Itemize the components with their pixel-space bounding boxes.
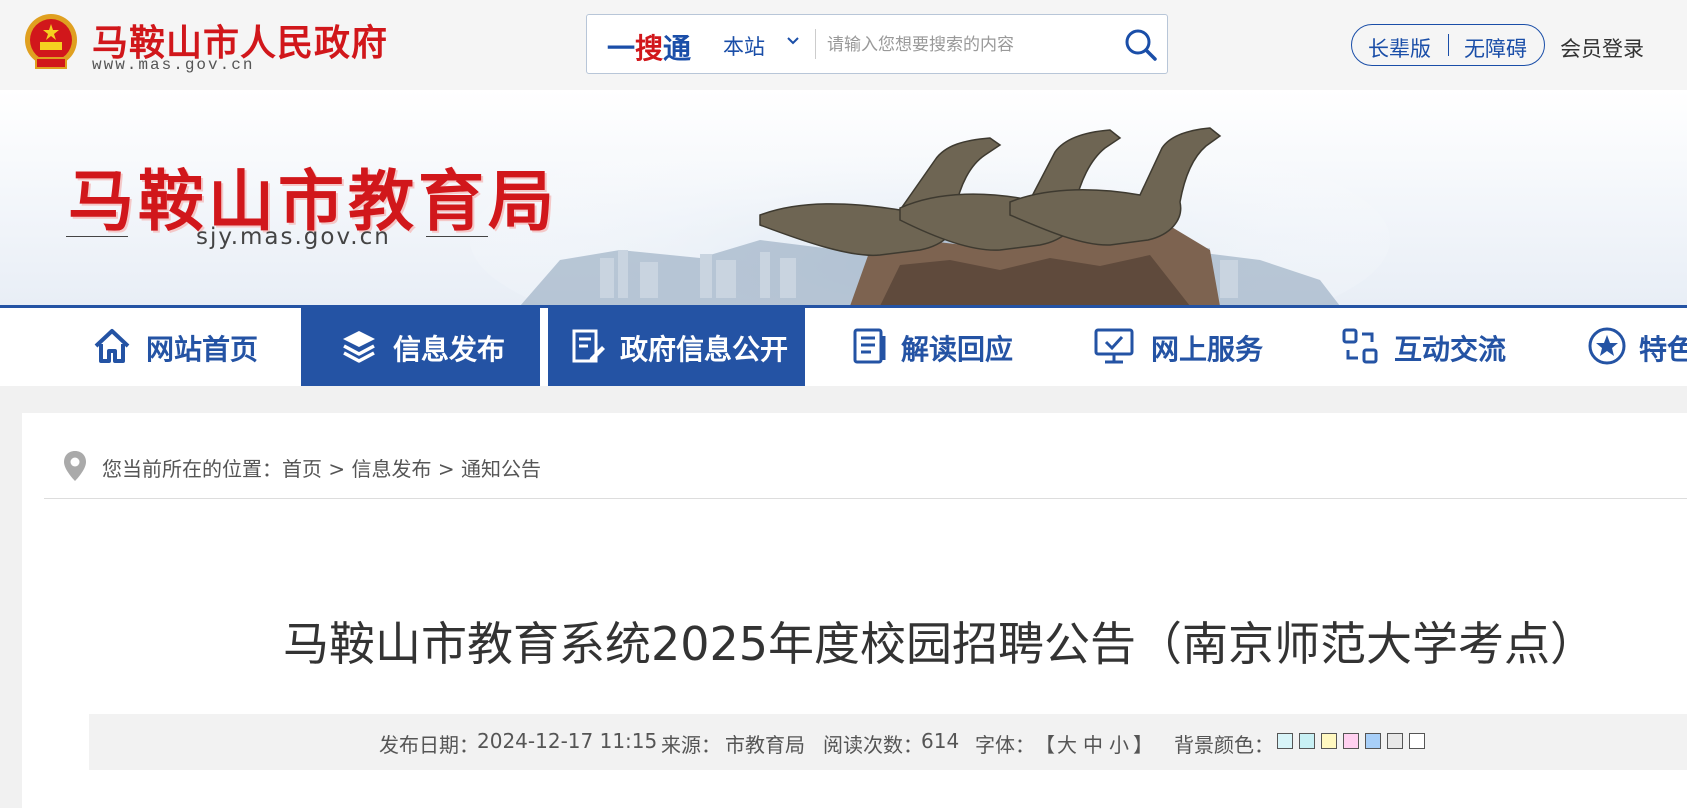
subtitle-line-right (426, 236, 488, 237)
search-brand: 一搜通 (607, 27, 691, 67)
book-icon (853, 328, 886, 364)
bg-color-swatch[interactable] (1365, 733, 1381, 749)
nav-item-online-service[interactable]: 网上服务 (1093, 308, 1313, 386)
font-large-button[interactable]: 大 (1057, 729, 1077, 758)
nav-item-special[interactable]: 特色 (1585, 308, 1687, 386)
version-switch: 长辈版 无障碍 (1351, 24, 1545, 66)
font-medium-button[interactable]: 中 (1083, 729, 1103, 758)
bg-color-swatch[interactable] (1387, 733, 1403, 749)
nav-label-home: 网站首页 (146, 333, 259, 366)
chevron-down-icon[interactable] (785, 33, 801, 49)
accessibility-link[interactable]: 无障碍 (1464, 33, 1527, 63)
search-divider (815, 29, 816, 59)
breadcrumb-notice-link[interactable]: 通知公告 (461, 457, 541, 481)
monitor-check-icon (1094, 328, 1134, 364)
views-label: 阅读次数： (823, 733, 923, 757)
breadcrumb-home-link[interactable]: 首页 (282, 457, 322, 481)
font-size-label: 字体： (975, 733, 1035, 757)
bg-color-swatch[interactable] (1409, 733, 1425, 749)
publish-date: 2024-12-17 11:15 (477, 729, 658, 753)
nav-item-info-release[interactable]: 信息发布 (301, 308, 540, 386)
bg-color-swatch[interactable] (1277, 733, 1293, 749)
breadcrumb-prefix: 您当前所在的位置： (102, 457, 282, 481)
top-bar: 马鞍山市人民政府 www.mas.gov.cn 一搜通 本站 长辈版 无障碍 会… (0, 0, 1687, 90)
nav-label-interpretation: 解读回应 (901, 333, 1014, 366)
bg-color-label: 背景颜色： (1174, 733, 1274, 757)
breadcrumb-divider (44, 498, 1687, 499)
search-box: 一搜通 本站 (586, 14, 1168, 74)
search-scope-select[interactable]: 本站 (723, 31, 765, 61)
content-panel: 您当前所在的位置：首页 > 信息发布 > 通知公告 马鞍山市教育系统2025年度… (22, 413, 1687, 808)
bg-color-swatch[interactable] (1343, 733, 1359, 749)
bg-color-swatch[interactable] (1299, 733, 1315, 749)
font-bracket-close: 】 (1133, 733, 1153, 757)
article-meta-bar: 发布日期： 2024-12-17 11:15 来源： 市教育局 阅读次数： 61… (89, 714, 1687, 770)
publish-date-label: 发布日期： (379, 733, 479, 757)
breadcrumb-separator: > (328, 457, 346, 481)
pill-divider (1448, 34, 1449, 56)
elder-mode-link[interactable]: 长辈版 (1368, 33, 1431, 63)
source-label: 来源： (661, 733, 721, 757)
search-input[interactable] (825, 29, 1129, 61)
national-emblem-icon[interactable] (22, 12, 80, 72)
nav-item-gov-info-open[interactable]: 政府信息公开 (548, 308, 805, 386)
article-title: 马鞍山市教育系统2025年度校园招聘公告（南京师范大学考点） (282, 617, 1597, 671)
nav-label-special: 特色 (1639, 333, 1687, 366)
search-brand-part-2: 搜 (635, 32, 664, 65)
nav-item-home[interactable]: 网站首页 (80, 308, 300, 386)
main-nav: 网站首页 信息发布 政府信息公开 解读回应 网上服务 互动交流 特色 (0, 305, 1687, 386)
layers-icon (343, 331, 375, 363)
breadcrumb-separator: > (437, 457, 455, 481)
nav-label-interaction: 互动交流 (1394, 333, 1507, 366)
views-count: 614 (921, 729, 960, 753)
star-icon (1588, 327, 1626, 365)
member-login-link[interactable]: 会员登录 (1560, 33, 1644, 63)
exchange-icon (1342, 328, 1378, 364)
document-edit-icon (572, 329, 605, 363)
font-small-button[interactable]: 小 (1109, 729, 1129, 758)
gov-site-url: www.mas.gov.cn (92, 56, 255, 74)
site-banner: 马鞍山市教育局 sjy.mas.gov.cn (0, 90, 1687, 306)
location-pin-icon (64, 451, 86, 481)
nav-item-interpretation[interactable]: 解读回应 (845, 308, 1065, 386)
nav-item-interaction[interactable]: 互动交流 (1340, 308, 1560, 386)
breadcrumb-text: 您当前所在的位置：首页 > 信息发布 > 通知公告 (102, 453, 541, 482)
bg-color-swatch[interactable] (1321, 733, 1337, 749)
home-icon (94, 329, 130, 363)
search-icon[interactable] (1123, 27, 1159, 63)
search-brand-part-3: 通 (663, 32, 692, 65)
nav-label-info-release: 信息发布 (393, 333, 506, 366)
source-value: 市教育局 (725, 733, 805, 757)
breadcrumb-info-release-link[interactable]: 信息发布 (351, 457, 431, 481)
nav-label-gov-info-open: 政府信息公开 (620, 333, 789, 366)
font-bracket-open: 【 (1035, 733, 1055, 757)
search-brand-part-1: 一 (607, 32, 636, 65)
subtitle-line-left (66, 236, 128, 237)
bureau-url: sjy.mas.gov.cn (196, 224, 391, 250)
nav-label-online-service: 网上服务 (1151, 333, 1264, 366)
